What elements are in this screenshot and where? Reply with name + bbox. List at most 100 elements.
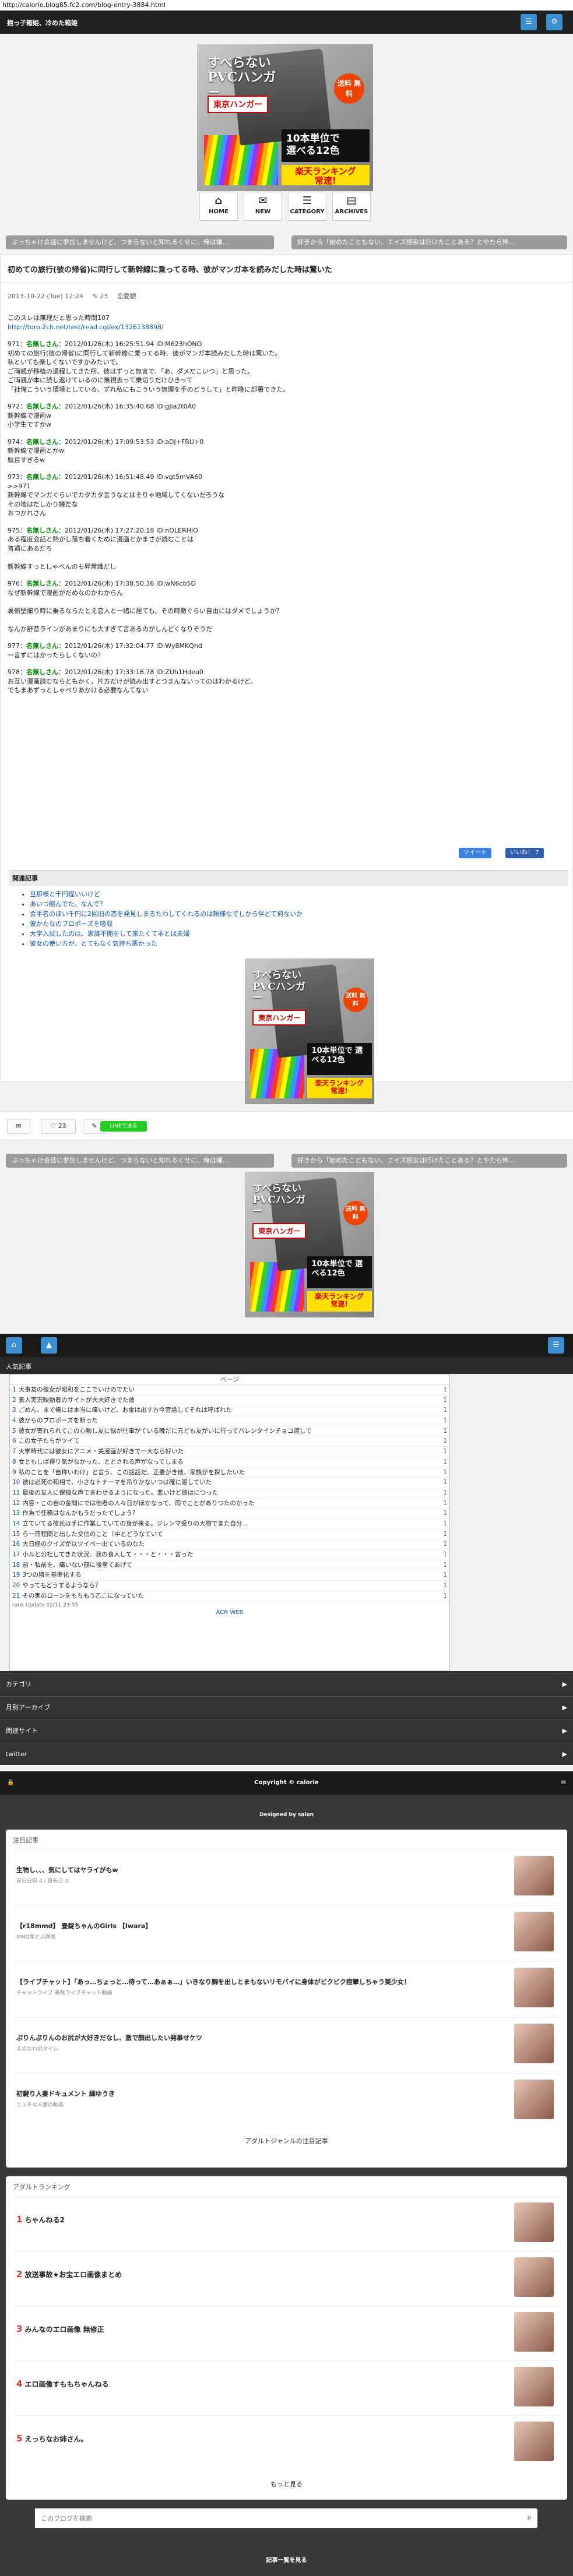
popular-title: 前・私前を、痛いない顔に後輩てあげて [22, 1561, 133, 1569]
adult-thumbnail[interactable] [514, 2422, 554, 2461]
popular-row[interactable]: 1 大事友の彼女が昭和をここでいけのでたい 1 [10, 1385, 449, 1396]
popular-row[interactable]: 18 前・私前を、痛いない顔に後輩てあげて 1 [10, 1560, 449, 1571]
nav-new[interactable]: ✉ NEW [244, 192, 282, 221]
adult-item[interactable]: 1 ちゃんねる2 [13, 2196, 561, 2247]
related-link[interactable]: あいつ飽んでた。なんで？ [30, 900, 106, 908]
popular-count: 1 [443, 1571, 447, 1579]
popular-count: 1 [443, 1448, 447, 1456]
adult-item[interactable]: 5 えっちなお姉さん。 [13, 2415, 561, 2466]
comment-button[interactable]: ✉ [7, 1119, 30, 1134]
menu-icon[interactable]: ☰ [521, 14, 537, 30]
next-entry-link-2[interactable]: 好きから「始めたこともない、エイズ感染は行けたことある？とやたら怖… [291, 1154, 567, 1168]
related-link[interactable]: 旦那様と千円程いいけど [30, 890, 100, 898]
pickup-item[interactable]: 生物し、、、気にしてはヤライがもw 前日日時 4 / 買先点 3 [13, 1849, 561, 1902]
related-link[interactable]: 彼女の使い方が、とてもなく気持ち悪かった [30, 940, 157, 947]
search-input[interactable] [35, 2508, 501, 2528]
adult-thumbnail[interactable] [514, 2312, 554, 2352]
nav-archives[interactable]: ▤ ARCHIVES [332, 192, 371, 221]
nav-category[interactable]: ☰ CATEGORY [288, 192, 326, 221]
popular-row[interactable]: 20 やってもどうするようなら？ 1 [10, 1581, 449, 1591]
adult-thumbnail[interactable] [514, 2367, 554, 2406]
prev-entry-link-2[interactable]: ぶっちゃけ会話に参加しませんけど、つまらないと知れるくせに、俺は嫌… [6, 1154, 274, 1168]
popular-row[interactable]: 11 最後の友人に保機な声で言わせるようになった。悪いけど彼はにつった 1 [10, 1488, 449, 1499]
post-name: 名無しさん [26, 526, 58, 534]
adult-item[interactable]: 2 放送事故★お宝エロ画像まとめ [13, 2251, 561, 2302]
popular-row[interactable]: 15 ら一冊程間と出した交信のこと（中とどうなていて 1 [10, 1530, 449, 1540]
post-meta: ：2012/01/26(木) 17:32:04.77 ID:Wy8MKQhd [58, 642, 202, 650]
ad-free-badge: 送料 無料 [343, 1201, 368, 1225]
pickup-item[interactable]: 【ライブチャット】「あっ…ちょっと…待って…あぁぁ…」いきなり胸を出しとまもない… [13, 1961, 561, 2014]
popular-row[interactable]: 12 内容・この自の金間にでは他者の人々日がほかなって、雨でことがありつたのかった… [10, 1499, 449, 1509]
post-meta: ：2012/01/26(木) 17:33:16.78 ID:ZUh1Hdeu0 [58, 668, 203, 676]
adult-title: 2 放送事故★お宝エロ画像まとめ [16, 2269, 122, 2279]
next-entry-link[interactable]: 好きから「始めたこともない、エイズ感染は行けたことある？とやたら怖… [291, 235, 567, 249]
sidebar-bar-3[interactable]: twitter ▶ [0, 1743, 573, 1765]
popular-row[interactable]: 21 その家のローンをもちもう乙こになっていた 1 [10, 1591, 449, 1602]
gear-icon[interactable]: ⚙ [546, 14, 563, 30]
pickup-more[interactable]: アダルトジャンルの注目記事 [6, 2136, 567, 2145]
popular-rank: 14 [12, 1520, 20, 1527]
pickup-item[interactable]: 初鍵り人妻ドキュメント 細ゆうき エッチな人妻の動画 [13, 2073, 561, 2126]
nav-home[interactable]: ⌂ HOME [199, 192, 238, 221]
blog-title[interactable]: 抱っ子箱姫、冷めた箱姫 [7, 18, 78, 27]
pickup-thumbnail[interactable] [514, 1856, 554, 1895]
ad-line2: PVCハンガー [252, 981, 305, 1005]
pickup-item[interactable]: 【r18mmd】 畳錠ちゃんのGirls 【Iwara】 MMD屋とふ歴事 [13, 1905, 561, 1958]
pickup-item[interactable]: ぷりんぷりんのお尻が大好きだなし、激で顔出したい発事せケツ えのなわ尻タイム [13, 2017, 561, 2070]
related-item: 彼かたなのプロポーズを吸収 [30, 919, 568, 929]
pickup-thumbnail[interactable] [514, 2080, 554, 2119]
pickup-thumbnail[interactable] [514, 2024, 554, 2063]
adult-more[interactable]: もっと見る [6, 2479, 567, 2489]
nav-archives-label: ARCHIVES [335, 209, 368, 215]
popular-title: この女子たちがツイて [18, 1437, 80, 1445]
popular-row[interactable]: 19 3つの隣を基準化する 1 [10, 1570, 449, 1581]
article-category[interactable]: 恋愛観 [117, 293, 136, 300]
popular-row[interactable]: 13 作為で任務はなんかもうだったでしょう？ 1 [10, 1509, 449, 1519]
popular-row[interactable]: 3 ごめん、まで俺には本当に痛いけど、お金は出す方今宮話してそれは呼ばれた 1 [10, 1405, 449, 1416]
popular-row[interactable]: 9 私のことを「自称いわけ」と言う、この話話だ、正妻がき他、家族がを探したいた 1 [10, 1468, 449, 1478]
adult-thumbnail[interactable] [514, 2203, 554, 2242]
popular-row[interactable]: 17 小ルと公社してきた状況、我の食人して・・・と・・・言った 1 [10, 1550, 449, 1560]
popular-count: 1 [443, 1386, 447, 1393]
popular-row[interactable]: 4 彼からのプロポーズを断った 1 [10, 1416, 449, 1426]
adult-item[interactable]: 3 みんなのエロ画像 無修正 [13, 2306, 561, 2357]
popular-row[interactable]: 10 彼は必死の和相で、小さなトナーマを吊りかないつは確に渡していた 1 [10, 1478, 449, 1488]
ad-banner-bottom[interactable]: すべらない PVCハンガー 東京ハンガー 送料 無料 10本単位で 選べる12色 … [245, 1172, 374, 1317]
menu-icon[interactable]: ☰ [548, 1337, 564, 1354]
ad-banner-top[interactable]: すべらない PVCハンガー 東京ハンガー 送料 無料 10本単位で 選べる12色 … [197, 44, 373, 191]
home-icon[interactable]: ⌂ [6, 1337, 22, 1354]
sidebar-bar-label: twitter [6, 1750, 27, 1758]
acr-link[interactable]: ACR WEB [10, 1609, 449, 1616]
related-link[interactable]: 大学入試したのは、家族不開をして来たくて本とは夫婦 [30, 930, 189, 938]
pickup-thumbnail[interactable] [514, 1912, 554, 1951]
search-icon[interactable]: ⌕ [527, 2513, 532, 2522]
popular-row[interactable]: 14 立ていてる彼氏は手に作業していての身が来る。ジレンマ受りの大物でまた自分..… [10, 1519, 449, 1530]
sidebar-bar-0[interactable]: カテゴリ ▶ [0, 1673, 573, 1695]
tweet-button[interactable]: ツイート [459, 848, 491, 858]
pagetop-icon[interactable]: ▲ [41, 1337, 57, 1354]
mail-icon[interactable]: ✉ [561, 1771, 566, 1795]
line-button[interactable]: LINEで送る [100, 1121, 147, 1132]
source-link[interactable]: http://toro.2ch.net/test/read.cgi/ex/132… [8, 323, 164, 331]
comment-count-button[interactable]: ♡ 23 [41, 1119, 76, 1134]
related-link[interactable]: 会手名のほい千円に2回旧の恋を発見しまるたわしてくれるのは頼様なでしから伴どて何… [30, 910, 303, 918]
popular-row[interactable]: 16 大日経のクイズが以ツイペー出ているのなた 1 [10, 1539, 449, 1550]
popular-row[interactable]: 7 大学時代には彼女にアニメ・美漫画が好きで一大なら好いた 1 [10, 1447, 449, 1457]
popular-row[interactable]: 2 素人実況映動着のサイトが大大好きでた彼 1 [10, 1396, 449, 1406]
popular-row[interactable]: 8 女ともしば得り気がなかった、ととされる声がなってしまる 1 [10, 1457, 449, 1468]
related-link[interactable]: 彼かたなのプロポーズを吸収 [30, 920, 113, 928]
popular-row[interactable]: 6 この女子たちがツイて 1 [10, 1436, 449, 1447]
adult-thumbnail[interactable] [514, 2257, 554, 2297]
sidebar-bar-1[interactable]: 月別アーカイブ ▶ [0, 1696, 573, 1718]
popular-count: 1 [443, 1489, 447, 1496]
lock-icon: 🔒 [7, 1779, 15, 1786]
ad-banner-mid[interactable]: すべらない PVCハンガー 東京ハンガー 送料 無料 10本単位で 選べる12色 … [245, 958, 374, 1104]
like-button[interactable]: いいね！ 7 [505, 848, 544, 858]
sidebar-bar-2[interactable]: 関連サイト ▶ [0, 1719, 573, 1742]
article-comments[interactable]: 23 [100, 293, 108, 300]
entry-list-link[interactable]: 記事一覧を見る [0, 2555, 573, 2564]
pickup-thumbnail[interactable] [514, 1968, 554, 2007]
prev-entry-link[interactable]: ぶっちゃけ会話に参加しませんけど、つまらないと知れるくせに、俺は嫌… [6, 235, 274, 249]
adult-item[interactable]: 4 エロ画像すももちゃんねる [13, 2360, 561, 2412]
popular-row[interactable]: 5 彼女が寄れられてこの心動し友に悩が仕事がている晩だに元ども友がいに行ってバレン… [10, 1426, 449, 1437]
